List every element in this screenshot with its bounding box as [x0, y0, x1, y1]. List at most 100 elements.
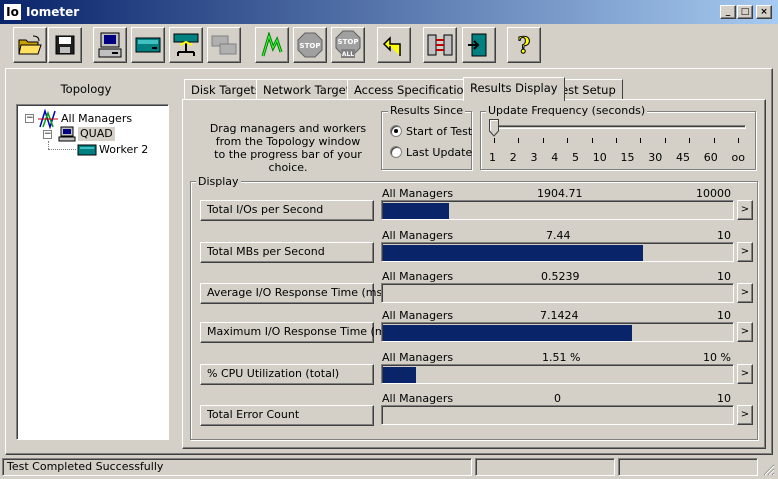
- maximum-response-more-button[interactable]: >: [737, 322, 753, 342]
- reset-workers-button[interactable]: [377, 27, 411, 63]
- results-since-group: [381, 111, 472, 170]
- svg-text:ALL: ALL: [342, 51, 354, 58]
- tick-label: 3: [530, 151, 538, 164]
- topology-tree[interactable]: − All Managers − QUAD Worker 2: [16, 104, 169, 440]
- exit-manager-button[interactable]: [423, 27, 457, 63]
- disk-worker-icon: [77, 144, 97, 156]
- instruction-line: Drag managers and workers: [209, 122, 367, 135]
- slider-tick: [494, 138, 495, 143]
- start-of-test-label[interactable]: Start of Test: [406, 126, 472, 138]
- tick-label: 30: [648, 151, 663, 164]
- total-mbs-per-second-button[interactable]: Total MBs per Second: [200, 242, 374, 263]
- instruction-line: from the Topology window: [215, 135, 361, 148]
- total-ios-progress-bar[interactable]: [381, 200, 734, 220]
- total-ios-per-second-button[interactable]: Total I/Os per Second: [200, 200, 374, 221]
- tree-connector-line: [48, 149, 76, 150]
- maximize-button[interactable]: □: [737, 5, 753, 19]
- stop-current-button[interactable]: STOP: [293, 27, 327, 63]
- metric-source-label: All Managers: [382, 229, 454, 242]
- last-update-label[interactable]: Last Update: [406, 147, 472, 159]
- tree-node-worker-2[interactable]: Worker 2: [99, 143, 148, 157]
- metric-max: 10: [717, 309, 731, 322]
- progress-fill: [383, 245, 643, 261]
- close-button[interactable]: ×: [756, 5, 772, 19]
- total-error-count-progress-bar[interactable]: [381, 405, 734, 425]
- new-network-worker-button[interactable]: [169, 27, 203, 63]
- progress-fill: [383, 203, 449, 219]
- start-of-test-radio[interactable]: [390, 125, 402, 137]
- metric-max: 10: [717, 392, 731, 405]
- duplicate-worker-button[interactable]: [207, 27, 241, 63]
- new-disk-worker-button[interactable]: [131, 27, 165, 63]
- tree-node-quad[interactable]: QUAD: [78, 127, 115, 141]
- stop-all-button[interactable]: STOP ALL: [331, 27, 365, 63]
- progress-fill: [383, 367, 416, 383]
- new-network-worker-icon: [173, 33, 199, 56]
- tick-label: 1: [489, 151, 496, 164]
- resize-grip-icon[interactable]: [762, 463, 775, 476]
- slider-tick: [616, 138, 617, 143]
- last-update-radio[interactable]: [390, 146, 402, 158]
- status-text: Test Completed Successfully: [2, 458, 472, 476]
- new-manager-button[interactable]: [93, 27, 127, 63]
- total-ios-more-button[interactable]: >: [737, 200, 753, 220]
- tick-label: oo: [731, 151, 745, 164]
- tick-label: 60: [703, 151, 718, 164]
- cpu-utilization-progress-bar[interactable]: [381, 364, 734, 384]
- total-mbs-more-button[interactable]: >: [737, 242, 753, 262]
- tree-connector-line: [48, 141, 49, 149]
- about-icon: ?: [517, 33, 531, 60]
- metric-source-label: All Managers: [382, 351, 454, 364]
- cpu-utilization-more-button[interactable]: >: [737, 364, 753, 384]
- average-response-progress-bar[interactable]: [381, 283, 734, 303]
- tab-results-display[interactable]: Results Display: [463, 77, 565, 101]
- window-title: Iometer: [26, 5, 80, 19]
- metric-max: 10000: [696, 187, 731, 200]
- update-frequency-track[interactable]: [492, 125, 746, 129]
- save-config-button[interactable]: [48, 27, 82, 63]
- tick-label: 5: [572, 151, 579, 164]
- maximum-io-response-time-button[interactable]: Maximum I/O Response Time (ms): [200, 322, 396, 343]
- metric-value: 1.51 %: [542, 351, 581, 364]
- status-pane: [475, 458, 615, 476]
- drag-instructions: Drag managers and workers from the Topol…: [198, 122, 378, 174]
- exit-iometer-button[interactable]: [462, 27, 496, 63]
- slider-tick: [567, 138, 569, 143]
- metric-source-label: All Managers: [382, 270, 454, 283]
- metric-max: 10: [717, 270, 731, 283]
- metric-value: 7.1424: [540, 309, 579, 322]
- update-frequency-slider-thumb[interactable]: [489, 119, 499, 137]
- tree-node-all-managers[interactable]: All Managers: [61, 112, 132, 126]
- reset-workers-icon: [382, 36, 401, 56]
- exit-iometer-icon: [468, 33, 487, 57]
- svg-text:?: ?: [518, 33, 531, 59]
- average-response-more-button[interactable]: >: [737, 283, 753, 303]
- expand-all-managers-toggle[interactable]: −: [25, 114, 34, 123]
- slider-tick: [713, 138, 715, 143]
- metric-source-label: All Managers: [382, 392, 454, 405]
- total-error-count-button[interactable]: Total Error Count: [200, 405, 374, 426]
- title-bar[interactable]: Io Iometer _ □ ×: [0, 0, 778, 24]
- tick-label: 45: [676, 151, 690, 164]
- radio-selected-dot: [394, 129, 398, 133]
- cpu-utilization-button[interactable]: % CPU Utilization (total): [200, 364, 374, 385]
- open-config-button[interactable]: [13, 27, 47, 63]
- expand-quad-toggle[interactable]: −: [43, 130, 52, 139]
- topology-title: Topology: [60, 82, 112, 96]
- instruction-line: to the progress bar of your choice.: [214, 148, 362, 174]
- average-io-response-time-button[interactable]: Average I/O Response Time (ms): [200, 283, 387, 304]
- slider-tick: [542, 138, 544, 143]
- stop-current-icon: STOP: [297, 32, 323, 58]
- tick-label: 10: [592, 151, 607, 164]
- minimize-button[interactable]: _: [720, 5, 736, 19]
- metric-value: 0: [554, 392, 561, 405]
- toolbar: STOP STOP ALL ?: [0, 24, 778, 68]
- start-tests-button[interactable]: [255, 27, 289, 63]
- maximum-response-progress-bar[interactable]: [381, 322, 734, 342]
- slider-tick: [738, 138, 739, 143]
- slider-tick: [664, 138, 666, 143]
- about-button[interactable]: ?: [507, 27, 541, 63]
- total-error-count-more-button[interactable]: >: [737, 405, 753, 425]
- save-config-icon: [55, 35, 75, 55]
- total-mbs-progress-bar[interactable]: [381, 242, 734, 262]
